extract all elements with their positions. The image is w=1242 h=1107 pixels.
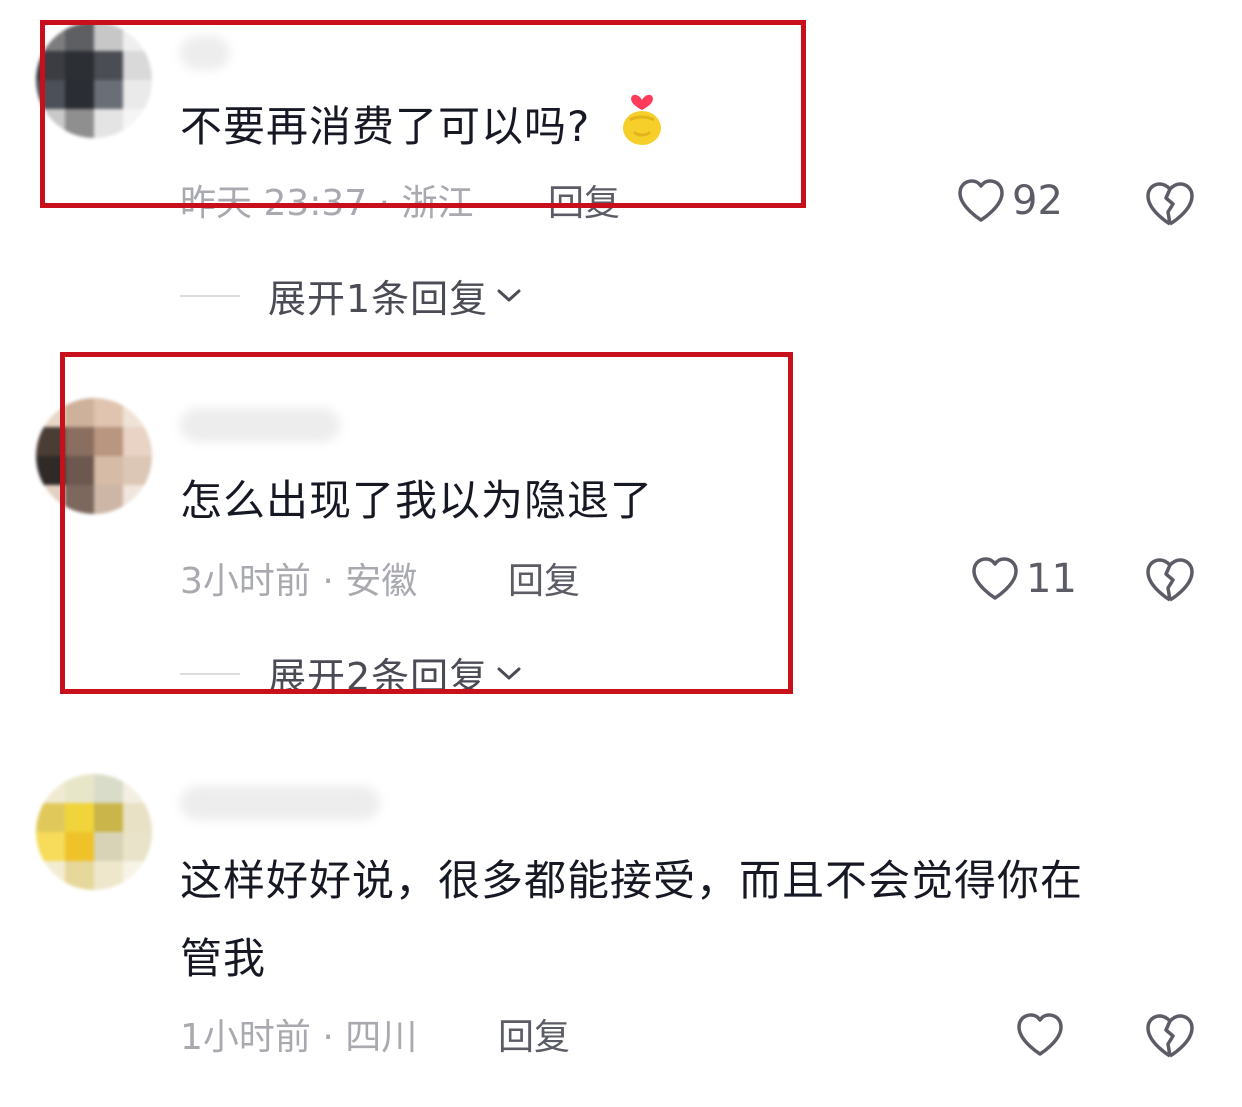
heart-outline-icon (1017, 1013, 1063, 1056)
avatar-pixel (65, 398, 94, 427)
avatar-pixel (65, 485, 94, 514)
avatar-pixel (94, 51, 123, 80)
reply-button[interactable]: 回复 (508, 562, 580, 602)
avatar-pixel (123, 485, 152, 514)
avatar-pixel (123, 398, 152, 427)
reply-button[interactable]: 回复 (548, 184, 620, 224)
reply-button[interactable]: 回复 (498, 1018, 570, 1058)
avatar-pixel (94, 485, 123, 514)
avatar-pixel (65, 774, 94, 803)
avatar-pixel (123, 427, 152, 456)
avatar-pixel (36, 861, 65, 890)
comment-item: 这样好好说，很多都能接受，而且不会觉得你在 管我 1小时前 · 四川 回复 (0, 760, 1242, 1100)
avatar-pixel (65, 832, 94, 861)
avatar-pixel (36, 22, 65, 51)
avatar-pixel (94, 109, 123, 138)
avatar-pixel (36, 803, 65, 832)
expand-replies-button[interactable]: 展开2条回复 (180, 646, 522, 701)
avatar-pixel (123, 51, 152, 80)
comment-meta: 昨天 23:37 · 浙江 回复 (180, 183, 620, 224)
avatar-pixel (65, 109, 94, 138)
comment-text: 不要再消费了可以吗? (180, 86, 664, 173)
avatar-pixel (94, 22, 123, 51)
avatar-pixel (94, 456, 123, 485)
like-button[interactable]: 92 (956, 178, 1063, 224)
avatar-pixel (36, 774, 65, 803)
broken-heart-icon[interactable] (1143, 180, 1197, 228)
comment-item: 不要再消费了可以吗? 昨天 23:37 · 浙江 回复 92 展开1条回复 (0, 0, 1242, 330)
expand-replies-label: 展开2条回复 (268, 655, 489, 699)
avatar-pixel (94, 832, 123, 861)
avatar-pixel (65, 803, 94, 832)
avatar-pixel (65, 51, 94, 80)
like-count: 92 (1012, 178, 1063, 224)
avatar-pixel (123, 861, 152, 890)
time-location: 昨天 23:37 · 浙江 (180, 183, 474, 224)
comment-item: 怎么出现了我以为隐退了 3小时前 · 安徽 回复 11 展开2条回复 (0, 370, 1242, 700)
avatar-pixel (123, 832, 152, 861)
divider-line (180, 294, 240, 297)
like-button[interactable] (1015, 1012, 1065, 1058)
avatar-pixel (123, 22, 152, 51)
avatar-pixel (36, 398, 65, 427)
avatar-pixel (36, 427, 65, 456)
avatar[interactable] (36, 774, 152, 890)
broken-heart-icon[interactable] (1143, 556, 1197, 604)
heart-outline-icon (972, 557, 1018, 600)
avatar-pixel (123, 80, 152, 109)
divider-line (180, 672, 240, 675)
avatar[interactable] (36, 398, 152, 514)
avatar-pixel (123, 803, 152, 832)
comment-meta: 1小时前 · 四川 回复 (180, 1017, 570, 1058)
avatar-pixel (36, 485, 65, 514)
chevron-down-icon (497, 289, 521, 301)
avatar-pixel (94, 80, 123, 109)
like-button[interactable]: 11 (970, 556, 1077, 602)
avatar-pixel (123, 774, 152, 803)
avatar-pixel (94, 427, 123, 456)
avatar-pixel (65, 456, 94, 485)
avatar-pixel (36, 51, 65, 80)
username-blurred[interactable] (180, 408, 340, 442)
like-count: 11 (1026, 556, 1077, 602)
comment-text-line-1: 这样好好说，很多都能接受，而且不会觉得你在 (180, 856, 1084, 905)
avatar-pixel (65, 80, 94, 109)
avatar-pixel (36, 109, 65, 138)
heart-hand-emoji-icon (620, 86, 664, 173)
avatar-pixel (94, 803, 123, 832)
expand-replies-label: 展开1条回复 (268, 277, 489, 321)
expand-replies-button[interactable]: 展开1条回复 (180, 268, 522, 323)
avatar-pixel (94, 861, 123, 890)
avatar-pixel (123, 109, 152, 138)
time-location: 1小时前 · 四川 (180, 1017, 418, 1058)
broken-heart-icon[interactable] (1143, 1012, 1197, 1060)
comment-text-line-2: 管我 (180, 934, 267, 983)
avatar-pixel (36, 832, 65, 861)
avatar-pixel (65, 22, 94, 51)
username-blurred[interactable] (180, 36, 230, 70)
username-blurred[interactable] (180, 786, 380, 820)
comment-text: 怎么出现了我以为隐退了 (180, 476, 654, 525)
chevron-down-icon (497, 667, 521, 679)
avatar-pixel (36, 456, 65, 485)
time-location: 3小时前 · 安徽 (180, 561, 418, 602)
avatar-pixel (36, 80, 65, 109)
avatar[interactable] (36, 22, 152, 138)
avatar-pixel (65, 861, 94, 890)
avatar-pixel (94, 774, 123, 803)
avatar-pixel (94, 398, 123, 427)
comment-meta: 3小时前 · 安徽 回复 (180, 561, 580, 602)
avatar-pixel (65, 427, 94, 456)
avatar-pixel (123, 456, 152, 485)
heart-outline-icon (958, 179, 1004, 222)
